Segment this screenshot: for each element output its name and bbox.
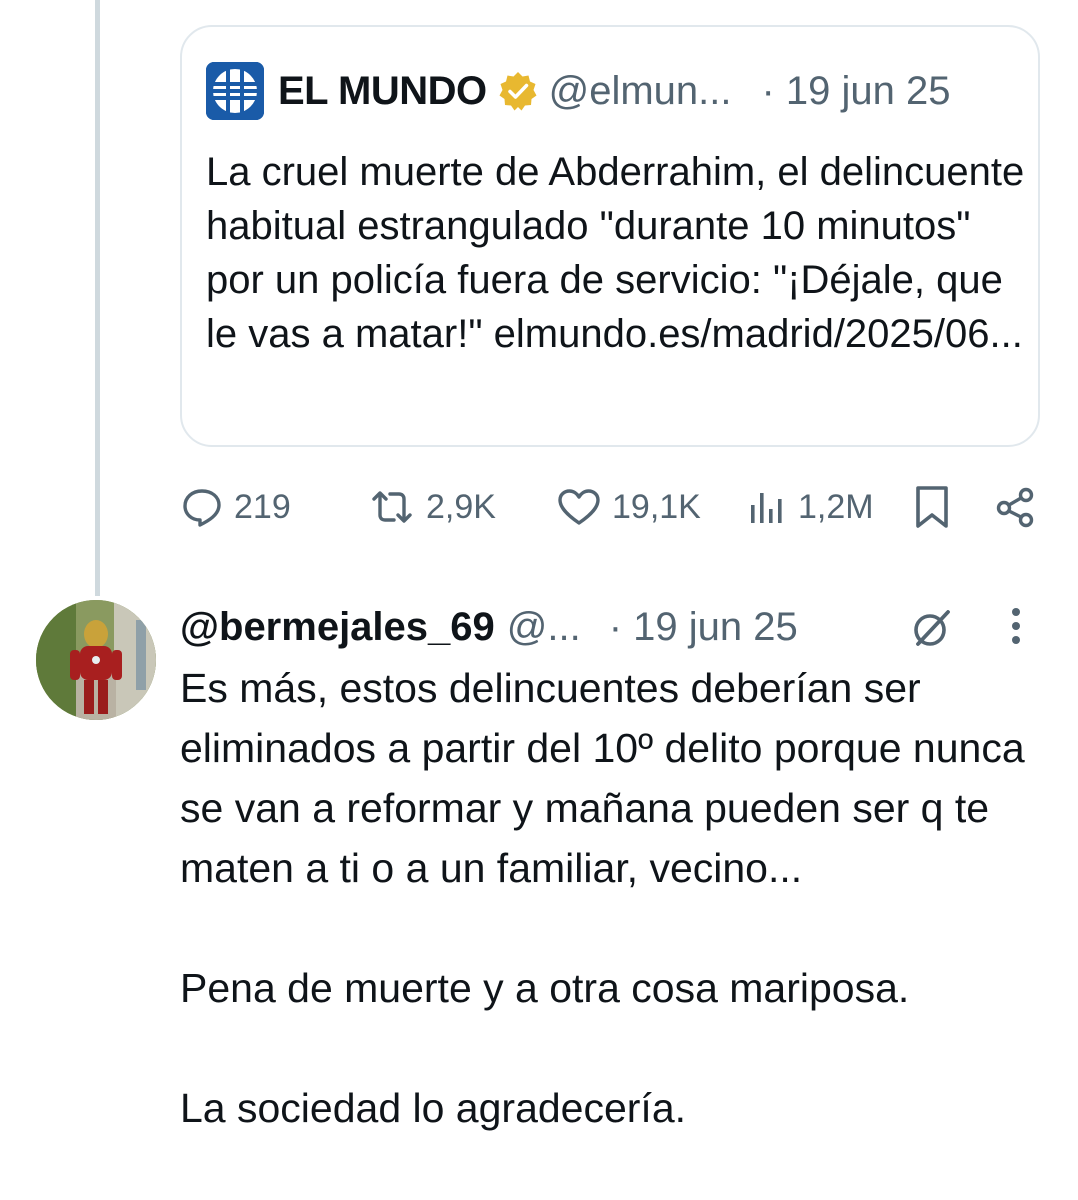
views-button[interactable]: 1,2M [746, 480, 874, 534]
thread-connector-line [95, 0, 100, 596]
like-button[interactable]: 19,1K [556, 480, 701, 534]
quoted-author-handle[interactable]: @elmun... [549, 69, 732, 114]
bookmark-icon [916, 486, 948, 528]
avatar-image-icon [36, 600, 156, 720]
quoted-tweet-card[interactable]: EL MUNDO @elmun... · 19 jun 25 La cruel … [180, 25, 1040, 447]
more-icon[interactable] [1006, 604, 1026, 652]
like-count: 19,1K [612, 487, 701, 526]
quoted-tweet-text: La cruel muerte de Abderrahim, el delinc… [206, 150, 1025, 356]
reply-tweet-header: @bermejales_69 @... · 19 jun 25 [180, 598, 1040, 656]
views-icon [751, 493, 782, 523]
grok-icon[interactable] [908, 604, 956, 652]
quoted-author-name[interactable]: EL MUNDO [278, 69, 487, 114]
quoted-tweet-date[interactable]: · 19 jun 25 [762, 69, 951, 114]
el-mundo-logo-icon[interactable] [206, 62, 264, 120]
like-icon [558, 489, 600, 525]
reply-paragraph: Es más, estos delincuentes deberían ser … [180, 665, 1025, 891]
avatar[interactable] [36, 600, 156, 720]
reply-tweet-text: Es más, estos delincuentes deberían ser … [180, 658, 1060, 1138]
repost-icon [372, 491, 412, 523]
repost-count: 2,9K [426, 487, 496, 526]
reply-paragraph: Pena de muerte y a otra cosa mariposa. [180, 965, 910, 1011]
reply-paragraph: La sociedad lo agradecería. [180, 1085, 687, 1131]
quoted-tweet-header: EL MUNDO @elmun... · 19 jun 25 [206, 61, 1014, 121]
verified-badge-icon[interactable] [497, 70, 539, 112]
reply-icon [183, 489, 221, 527]
reply-author-handle[interactable]: @... [507, 605, 581, 650]
views-count: 1,2M [798, 487, 874, 526]
reply-button[interactable]: 219 [180, 480, 291, 534]
share-icon [996, 487, 1034, 528]
share-button[interactable] [994, 480, 1038, 534]
repost-button[interactable]: 2,9K [368, 480, 496, 534]
reply-count: 219 [234, 487, 291, 526]
reply-tweet-date[interactable]: · 19 jun 25 [609, 605, 798, 650]
tweet-action-bar: 219 2,9K 19,1K 1,2M [180, 480, 1040, 534]
reply-author-name[interactable]: @bermejales_69 [180, 605, 495, 650]
bookmark-button[interactable] [912, 480, 952, 534]
